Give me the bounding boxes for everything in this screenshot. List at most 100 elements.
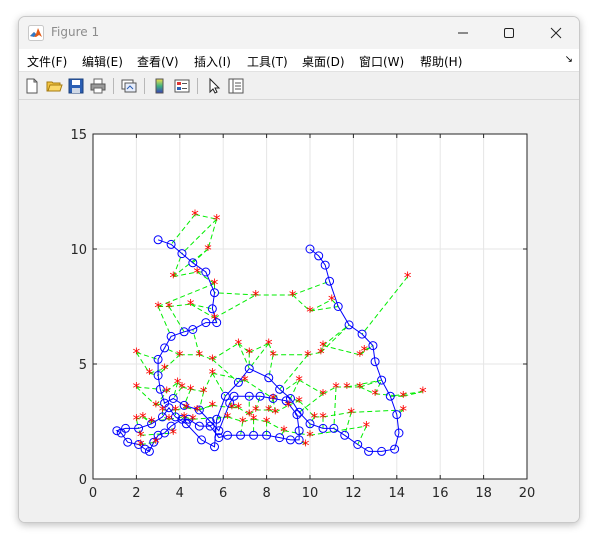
data-point: * — [161, 361, 169, 379]
maximize-button[interactable] — [486, 17, 532, 49]
data-point: * — [193, 264, 201, 282]
data-point: * — [213, 211, 221, 229]
data-point: * — [343, 379, 351, 397]
data-point: * — [319, 386, 327, 404]
data-point: * — [191, 207, 199, 225]
data-point: * — [371, 386, 379, 404]
y-tick-label: 5 — [79, 358, 87, 373]
menu-edit[interactable]: 编辑(E) — [82, 53, 123, 70]
data-point: * — [289, 287, 297, 305]
toolbar-separator — [113, 78, 114, 94]
data-point: * — [139, 409, 147, 427]
y-tick-label: 15 — [70, 128, 87, 143]
y-tick-label: 10 — [70, 243, 87, 258]
toolbar-separator — [197, 78, 198, 94]
menu-window[interactable]: 窗口(W) — [359, 53, 404, 70]
data-point: * — [280, 423, 288, 441]
insert-colorbar-icon[interactable] — [151, 77, 169, 95]
data-point: * — [328, 292, 336, 310]
data-point: * — [241, 372, 249, 390]
x-tick-label: 2 — [132, 486, 140, 501]
menu-desktop[interactable]: 桌面(D) — [302, 53, 345, 70]
data-point: * — [319, 409, 327, 427]
title-bar[interactable]: Figure 1 — [19, 17, 579, 49]
maximize-icon — [504, 28, 514, 38]
data-point: * — [133, 379, 141, 397]
data-point: * — [170, 269, 178, 287]
pointer-icon[interactable] — [205, 77, 223, 95]
data-point: * — [209, 365, 217, 383]
x-tick-label: 14 — [389, 486, 406, 501]
data-point: * — [176, 347, 184, 365]
minimize-icon — [458, 32, 468, 34]
data-point: * — [146, 365, 154, 383]
data-point: * — [250, 411, 258, 429]
data-point: * — [245, 345, 253, 363]
save-icon[interactable] — [67, 77, 85, 95]
data-point: * — [178, 379, 186, 397]
data-point: * — [311, 409, 319, 427]
x-tick-label: 12 — [345, 486, 362, 501]
x-tick-label: 18 — [475, 486, 492, 501]
data-point: * — [211, 276, 219, 294]
property-inspector-icon[interactable] — [227, 77, 245, 95]
window-title: Figure 1 — [51, 25, 100, 39]
figure-window: Figure 1 文件(F) 编辑(E) 查看(V) 插入(I) 工具(T) 桌… — [18, 16, 580, 523]
data-point: * — [306, 303, 314, 321]
data-point: * — [400, 402, 408, 420]
data-point: * — [419, 384, 427, 402]
data-point: * — [272, 404, 280, 422]
data-point: * — [332, 379, 340, 397]
data-point: * — [302, 437, 310, 455]
x-tick-label: 16 — [432, 486, 449, 501]
data-point: * — [347, 404, 355, 422]
print-icon[interactable] — [89, 77, 107, 95]
data-point: * — [204, 241, 212, 259]
open-file-icon[interactable] — [45, 77, 63, 95]
data-point: * — [304, 347, 312, 365]
data-point: * — [239, 414, 247, 432]
chevron-right-icon[interactable]: ↘ — [565, 54, 573, 65]
data-point: * — [361, 342, 369, 360]
x-tick-label: 8 — [262, 486, 270, 501]
x-tick-label: 10 — [302, 486, 319, 501]
data-point: * — [152, 434, 160, 452]
figure-canvas: * * * * * * * * * * * * * * * * * * * * * * * * * * * * * * * * * * * * * * * *… — [19, 100, 579, 522]
data-point: * — [200, 384, 208, 402]
toolbar-separator — [144, 78, 145, 94]
menu-tools[interactable]: 工具(T) — [247, 53, 288, 70]
data-point: * — [269, 347, 277, 365]
matlab-logo-icon — [28, 25, 44, 41]
data-point: * — [172, 402, 180, 420]
data-point: * — [404, 269, 412, 287]
data-point: * — [189, 411, 197, 429]
new-figure-icon[interactable] — [23, 77, 41, 95]
menu-file[interactable]: 文件(F) — [27, 53, 67, 70]
data-point: * — [170, 425, 178, 443]
close-button[interactable] — [533, 17, 579, 49]
data-point: * — [137, 437, 145, 455]
plot-svg: * * * * * * * * * * * * * * * * * * * * * * * * * * * * * * * * * * * * * * * *… — [70, 128, 535, 501]
data-point: * — [295, 372, 303, 390]
data-point: * — [319, 338, 327, 356]
x-tick-label: 0 — [89, 486, 97, 501]
data-point: * — [363, 418, 371, 436]
x-tick-label: 4 — [176, 486, 184, 501]
toolbar — [19, 73, 579, 100]
data-point: * — [263, 414, 271, 432]
menu-view[interactable]: 查看(V) — [137, 53, 179, 70]
minimize-button[interactable] — [440, 17, 486, 49]
insert-legend-icon[interactable] — [173, 77, 191, 95]
data-point: * — [180, 409, 188, 427]
link-plot-icon[interactable] — [120, 77, 138, 95]
data-point: * — [154, 299, 162, 317]
close-icon — [550, 27, 562, 39]
data-point: * — [252, 287, 260, 305]
data-point: * — [196, 347, 204, 365]
data-point: * — [163, 384, 171, 402]
data-point: * — [165, 299, 173, 317]
menu-bar: 文件(F) 编辑(E) 查看(V) 插入(I) 工具(T) 桌面(D) 窗口(W… — [19, 49, 579, 72]
menu-help[interactable]: 帮助(H) — [420, 53, 462, 70]
data-point: * — [187, 381, 195, 399]
menu-insert[interactable]: 插入(I) — [194, 53, 231, 70]
